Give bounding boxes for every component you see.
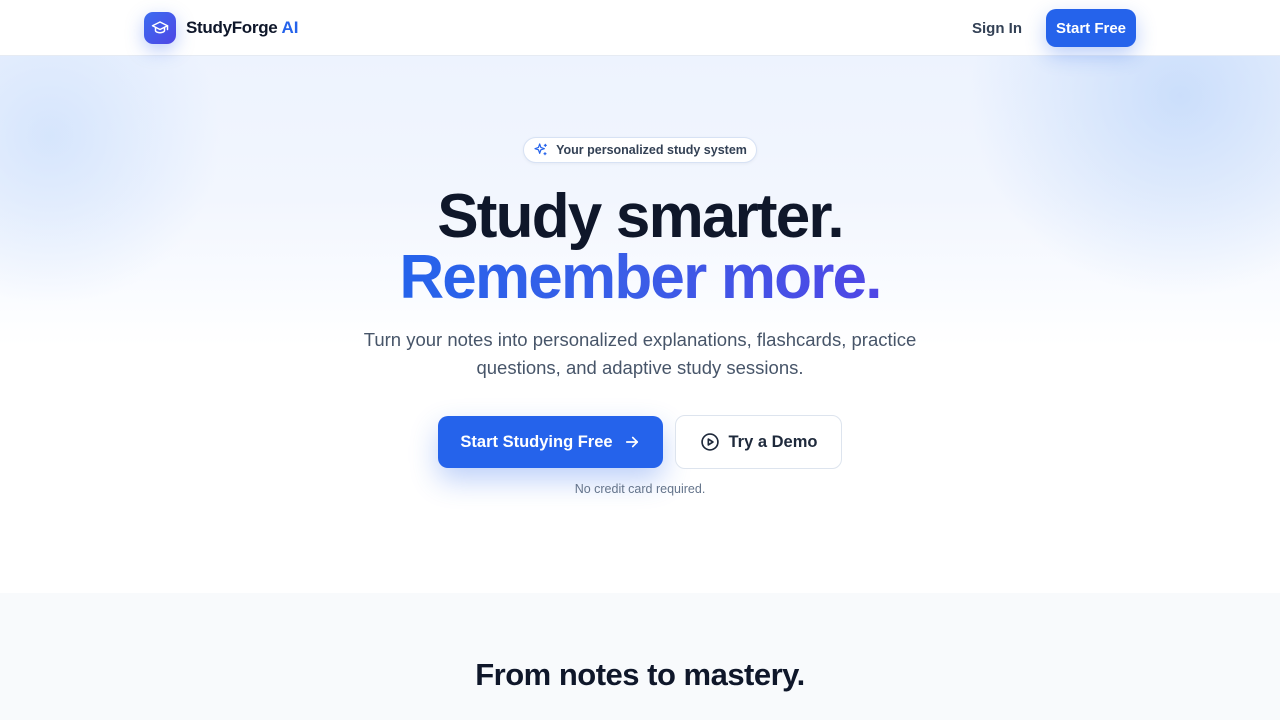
hero-headline-line1: Study smarter.: [437, 182, 844, 251]
top-navbar: StudyForge AI Sign In Start Free: [0, 0, 1280, 56]
brand[interactable]: StudyForge AI: [144, 12, 298, 44]
sparkles-icon: [533, 142, 549, 158]
hero-headline-line2: Remember more.: [0, 246, 1280, 310]
features-section: From notes to mastery.: [0, 593, 1280, 720]
arrow-right-icon: [623, 433, 641, 451]
hero-section: Your personalized study system Study sma…: [0, 56, 1280, 593]
sign-in-link[interactable]: Sign In: [972, 18, 1022, 38]
hero-headline-accent: Remember more.: [399, 243, 882, 312]
no-credit-card-note: No credit card required.: [574, 482, 706, 496]
hero-badge: Your personalized study system: [523, 137, 757, 163]
try-demo-button[interactable]: Try a Demo: [675, 415, 842, 469]
hero-badge-text: Your personalized study system: [556, 143, 747, 157]
graduation-cap-icon: [144, 12, 176, 44]
brand-accent: AI: [281, 18, 299, 37]
try-demo-label: Try a Demo: [728, 432, 818, 451]
features-title: From notes to mastery.: [475, 657, 805, 692]
hero-subtitle: Turn your notes into personalized explan…: [363, 329, 917, 378]
brand-name: StudyForge: [186, 18, 278, 37]
start-studying-label: Start Studying Free: [460, 432, 613, 451]
play-circle-icon: [700, 432, 720, 452]
landing-page: StudyForge AI Sign In Start Free Your pe…: [0, 0, 1280, 720]
start-free-button[interactable]: Start Free: [1046, 9, 1136, 47]
start-studying-button[interactable]: Start Studying Free: [438, 416, 663, 468]
